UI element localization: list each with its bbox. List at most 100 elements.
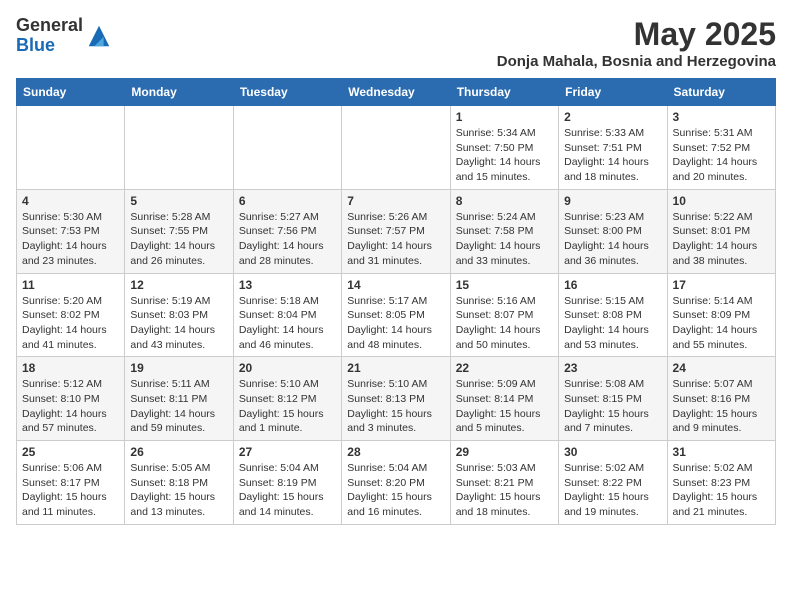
calendar-cell [233,106,341,190]
day-info: Sunrise: 5:19 AMSunset: 8:03 PMDaylight:… [130,294,227,353]
day-number: 5 [130,194,227,208]
calendar-cell: 8Sunrise: 5:24 AMSunset: 7:58 PMDaylight… [450,189,558,273]
day-number: 9 [564,194,661,208]
month-title: May 2025 [497,16,776,53]
day-number: 30 [564,445,661,459]
calendar-cell: 24 Sunrise: 5:07 AMSunset: 8:16 PMDayligh… [667,357,775,441]
day-number: 16 [564,278,661,292]
day-header-thursday: Thursday [450,79,558,106]
day-info: Sunrise: 5:14 AMSunset: 8:09 PMDaylight:… [673,294,770,353]
logo-general: General [16,15,83,35]
calendar-body: 1 Sunrise: 5:34 AMSunset: 7:50 PMDaylight… [17,106,776,525]
day-number: 29 [456,445,553,459]
calendar-cell: 6Sunrise: 5:27 AMSunset: 7:56 PMDaylight… [233,189,341,273]
calendar-cell: 29 Sunrise: 5:03 AMSunset: 8:21 PMDayligh… [450,441,558,525]
day-info: Sunrise: 5:24 AMSunset: 7:58 PMDaylight:… [456,210,553,269]
calendar-cell: 16 Sunrise: 5:15 AMSunset: 8:08 PMDayligh… [559,273,667,357]
day-header-sunday: Sunday [17,79,125,106]
day-header-wednesday: Wednesday [342,79,450,106]
logo-blue: Blue [16,35,55,55]
calendar-cell: 11Sunrise: 5:20 AMSunset: 8:02 PMDayligh… [17,273,125,357]
day-number: 11 [22,278,119,292]
calendar-cell: 12 Sunrise: 5:19 AMSunset: 8:03 PMDayligh… [125,273,233,357]
day-number: 4 [22,194,119,208]
day-info: Sunrise: 5:30 AMSunset: 7:53 PMDaylight:… [22,210,119,269]
day-info: Sunrise: 5:28 AMSunset: 7:55 PMDaylight:… [130,210,227,269]
day-number: 1 [456,110,553,124]
calendar-cell: 28Sunrise: 5:04 AMSunset: 8:20 PMDayligh… [342,441,450,525]
calendar-cell: 20Sunrise: 5:10 AMSunset: 8:12 PMDayligh… [233,357,341,441]
day-info: Sunrise: 5:34 AMSunset: 7:50 PMDaylight:… [456,126,553,185]
day-header-tuesday: Tuesday [233,79,341,106]
location-title: Donja Mahala, Bosnia and Herzegovina [497,53,776,70]
day-number: 14 [347,278,444,292]
day-info: Sunrise: 5:15 AMSunset: 8:08 PMDaylight:… [564,294,661,353]
day-info: Sunrise: 5:02 AMSunset: 8:22 PMDaylight:… [564,461,661,520]
calendar-week-5: 25 Sunrise: 5:06 AMSunset: 8:17 PMDayligh… [17,441,776,525]
day-number: 7 [347,194,444,208]
day-info: Sunrise: 5:06 AMSunset: 8:17 PMDaylight:… [22,461,119,520]
day-number: 10 [673,194,770,208]
day-number: 26 [130,445,227,459]
day-number: 13 [239,278,336,292]
day-info: Sunrise: 5:33 AMSunset: 7:51 PMDaylight:… [564,126,661,185]
calendar-cell: 1 Sunrise: 5:34 AMSunset: 7:50 PMDaylight… [450,106,558,190]
day-header-friday: Friday [559,79,667,106]
calendar-cell: 25 Sunrise: 5:06 AMSunset: 8:17 PMDayligh… [17,441,125,525]
calendar-cell: 5 Sunrise: 5:28 AMSunset: 7:55 PMDaylight… [125,189,233,273]
calendar-cell [125,106,233,190]
calendar-cell: 18Sunrise: 5:12 AMSunset: 8:10 PMDayligh… [17,357,125,441]
day-info: Sunrise: 5:02 AMSunset: 8:23 PMDaylight:… [673,461,770,520]
day-info: Sunrise: 5:08 AMSunset: 8:15 PMDaylight:… [564,377,661,436]
calendar-cell: 21Sunrise: 5:10 AMSunset: 8:13 PMDayligh… [342,357,450,441]
day-number: 6 [239,194,336,208]
calendar-cell: 22 Sunrise: 5:09 AMSunset: 8:14 PMDayligh… [450,357,558,441]
day-number: 17 [673,278,770,292]
day-info: Sunrise: 5:07 AMSunset: 8:16 PMDaylight:… [673,377,770,436]
day-info: Sunrise: 5:23 AMSunset: 8:00 PMDaylight:… [564,210,661,269]
day-info: Sunrise: 5:18 AMSunset: 8:04 PMDaylight:… [239,294,336,353]
day-info: Sunrise: 5:03 AMSunset: 8:21 PMDaylight:… [456,461,553,520]
calendar-cell: 10 Sunrise: 5:22 AMSunset: 8:01 PMDayligh… [667,189,775,273]
calendar-header-row: SundayMondayTuesdayWednesdayThursdayFrid… [17,79,776,106]
day-info: Sunrise: 5:16 AMSunset: 8:07 PMDaylight:… [456,294,553,353]
calendar-cell: 19 Sunrise: 5:11 AMSunset: 8:11 PMDayligh… [125,357,233,441]
calendar-cell: 3Sunrise: 5:31 AMSunset: 7:52 PMDaylight… [667,106,775,190]
day-number: 27 [239,445,336,459]
day-number: 18 [22,361,119,375]
calendar-cell: 13 Sunrise: 5:18 AMSunset: 8:04 PMDayligh… [233,273,341,357]
day-number: 23 [564,361,661,375]
day-number: 3 [673,110,770,124]
calendar-cell: 23 Sunrise: 5:08 AMSunset: 8:15 PMDayligh… [559,357,667,441]
day-header-saturday: Saturday [667,79,775,106]
day-number: 2 [564,110,661,124]
day-number: 19 [130,361,227,375]
day-info: Sunrise: 5:22 AMSunset: 8:01 PMDaylight:… [673,210,770,269]
day-info: Sunrise: 5:05 AMSunset: 8:18 PMDaylight:… [130,461,227,520]
calendar-table: SundayMondayTuesdayWednesdayThursdayFrid… [16,78,776,525]
calendar-week-3: 11Sunrise: 5:20 AMSunset: 8:02 PMDayligh… [17,273,776,357]
calendar-week-2: 4 Sunrise: 5:30 AMSunset: 7:53 PMDaylight… [17,189,776,273]
day-info: Sunrise: 5:04 AMSunset: 8:19 PMDaylight:… [239,461,336,520]
logo: General Blue [16,16,113,56]
day-info: Sunrise: 5:09 AMSunset: 8:14 PMDaylight:… [456,377,553,436]
calendar-cell: 30 Sunrise: 5:02 AMSunset: 8:22 PMDayligh… [559,441,667,525]
calendar-week-1: 1 Sunrise: 5:34 AMSunset: 7:50 PMDaylight… [17,106,776,190]
day-number: 22 [456,361,553,375]
day-info: Sunrise: 5:17 AMSunset: 8:05 PMDaylight:… [347,294,444,353]
logo-icon [85,22,113,50]
day-number: 25 [22,445,119,459]
day-number: 28 [347,445,444,459]
day-info: Sunrise: 5:11 AMSunset: 8:11 PMDaylight:… [130,377,227,436]
day-number: 15 [456,278,553,292]
day-header-monday: Monday [125,79,233,106]
calendar-cell: 27 Sunrise: 5:04 AMSunset: 8:19 PMDayligh… [233,441,341,525]
calendar-cell: 31Sunrise: 5:02 AMSunset: 8:23 PMDayligh… [667,441,775,525]
calendar-week-4: 18Sunrise: 5:12 AMSunset: 8:10 PMDayligh… [17,357,776,441]
calendar-cell: 2 Sunrise: 5:33 AMSunset: 7:51 PMDaylight… [559,106,667,190]
calendar-cell: 7Sunrise: 5:26 AMSunset: 7:57 PMDaylight… [342,189,450,273]
day-info: Sunrise: 5:10 AMSunset: 8:13 PMDaylight:… [347,377,444,436]
day-number: 12 [130,278,227,292]
calendar-cell: 9 Sunrise: 5:23 AMSunset: 8:00 PMDaylight… [559,189,667,273]
day-number: 24 [673,361,770,375]
